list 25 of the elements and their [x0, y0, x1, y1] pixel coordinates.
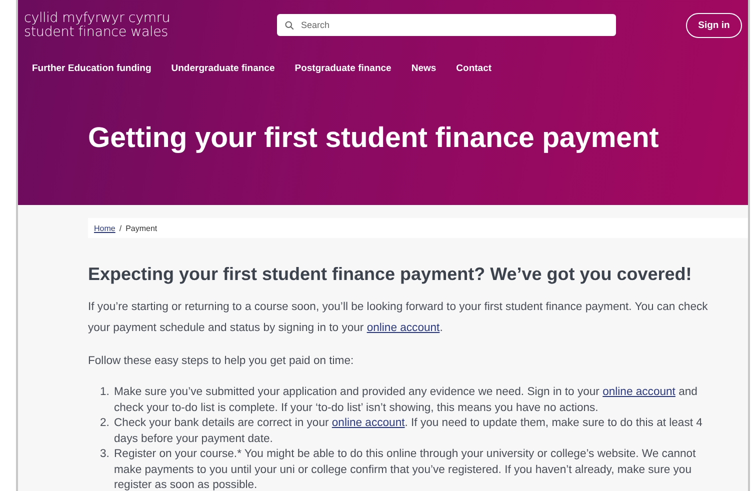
online-account-link[interactable]: online account — [332, 417, 405, 429]
step-text: Check your bank details are correct in your online account. If you need to update them, make sure to do this at least 4 days before your payment date. — [114, 416, 704, 446]
breadcrumb-separator: / — [119, 224, 122, 232]
nav-link[interactable]: Postgraduate finance — [294, 63, 392, 74]
breadcrumb-current: Payment — [126, 224, 158, 232]
step-text: Register on your course.* You might be able to do this online through your university or college’s website. We cannot make payments to you until your uni or college confirm that you’ve registered. If you haven’t already, make sure you register as soon as possible. — [114, 447, 697, 491]
section-heading: Expecting your first student finance payment? We’ve got you covered! — [88, 264, 693, 285]
step-text: Make sure you’ve submitted your application and provided any evidence we need. Sign in to your online account and check your to-do list is complete. If your ‘to-do list’ isn’t showing, this means you have no actions. — [114, 385, 698, 416]
search-icon — [285, 21, 294, 30]
search-field[interactable]: Search — [277, 14, 616, 36]
step-number: 1. — [100, 385, 110, 400]
online-account-link[interactable]: online account — [366, 322, 440, 334]
sign-in-button[interactable]: Sign in — [686, 12, 742, 38]
nav-link[interactable]: Further Education funding — [32, 63, 152, 74]
paragraph: Follow these easy steps to help you get paid on time: — [88, 354, 355, 369]
site-logo[interactable]: cyllid myfyrwyr cymru student finance wales — [24, 11, 277, 39]
nav-link[interactable]: Undergraduate finance — [171, 63, 275, 74]
nav-link[interactable]: Contact — [456, 63, 492, 74]
online-account-link[interactable]: online account — [602, 386, 676, 398]
paragraph: If you’re starting or returning to a course soon, you’ll be looking forward to your first student finance payment. You can check your payment schedule and status by signing in to your online account. — [88, 300, 709, 336]
home-link[interactable]: Home — [94, 224, 116, 232]
nav-link[interactable]: News — [411, 63, 436, 74]
step-number: 3. — [100, 447, 110, 462]
step-number: 2. — [100, 416, 110, 431]
page-title: Getting your first student finance payment — [88, 122, 660, 155]
